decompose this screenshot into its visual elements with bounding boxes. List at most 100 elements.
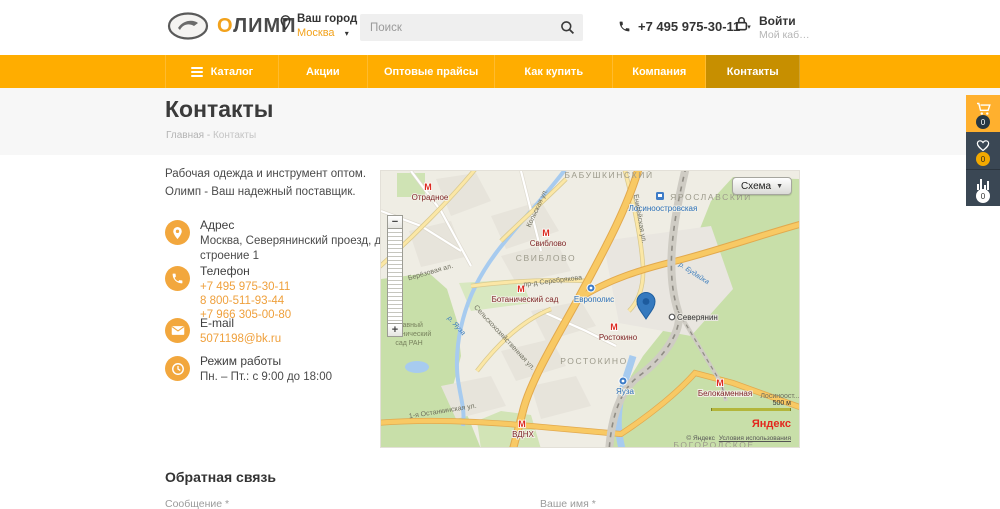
page-title: Контакты — [165, 96, 273, 123]
search-bar — [360, 14, 583, 41]
metro-icon: М — [716, 378, 724, 388]
nav-items: Каталог Акции Оптовые прайсы Как купить Комп… — [165, 55, 800, 88]
nav-item-label: Каталог — [211, 66, 254, 78]
email-link[interactable]: 5071198@bk.ru — [200, 332, 410, 346]
nav-item-контакты[interactable]: Контакты — [706, 55, 799, 88]
logo-icon — [167, 11, 209, 41]
feedback-message-label: Сообщение * — [165, 498, 229, 509]
map-label-district: РОСТОКИНО — [560, 356, 628, 366]
feedback-title: Обратная связь — [165, 469, 276, 485]
metro-icon: М — [542, 228, 550, 238]
nav-item-как купить[interactable]: Как купить — [495, 55, 613, 88]
address-pin-icon — [165, 220, 190, 245]
lock-icon — [733, 15, 750, 32]
clock-icon — [165, 356, 190, 381]
metro-icon: М — [424, 182, 432, 192]
contact-hours: Режим работы Пн. – Пт.: с 9:00 до 18:00 — [165, 354, 410, 385]
login-subtitle: Мой кабинет — [759, 29, 814, 41]
contact-address: Адрес Москва, Северянинский проезд, дом … — [165, 218, 410, 264]
map-label-metro: ВДНХ — [512, 430, 534, 439]
wishlist-button[interactable]: 0 — [966, 132, 1000, 169]
nav-item-компания[interactable]: Компания — [613, 55, 706, 88]
wishlist-count-badge: 0 — [976, 152, 990, 166]
login-block[interactable]: Войти Мой кабинет — [733, 14, 814, 41]
zoom-out-button[interactable]: − — [387, 215, 403, 229]
nav-item-label: Компания — [632, 66, 686, 78]
yandex-map[interactable]: БАБУШКИНСКИЙЯРОСЛАВСКИЙСВИБЛОВОРОСТОКИНО… — [380, 170, 800, 448]
header-phone[interactable]: +7 495 975-30-11 ▾ — [618, 19, 751, 34]
map-label-station: Северянин — [677, 313, 718, 322]
header-phone-number: +7 495 975-30-11 — [638, 19, 740, 34]
city-selector[interactable]: Ваш город Москва ▾ — [280, 13, 357, 39]
location-pin-icon — [280, 15, 291, 30]
phone-link[interactable]: 8 800-511-93-44 — [200, 294, 410, 308]
title-band — [0, 88, 1000, 155]
breadcrumb: Главная - Контакты — [166, 130, 256, 141]
map-label-halt: Яуза — [616, 387, 634, 396]
search-input[interactable] — [370, 14, 550, 41]
map-label-metro: Ростокино — [599, 333, 638, 342]
heart-icon — [975, 138, 991, 153]
breadcrumb-separator: - — [207, 130, 210, 141]
map-label-metro: Белокаменная — [698, 389, 752, 398]
hamburger-icon — [191, 67, 203, 77]
map-label-metro: Свиблово — [530, 239, 567, 248]
zoom-in-button[interactable]: + — [387, 323, 403, 337]
map-label-metro: Отрадное — [412, 193, 449, 202]
phone-link[interactable]: +7 495 975-30-11 — [200, 280, 410, 294]
map-label-area: сад РАН — [395, 340, 422, 347]
nav-item-акции[interactable]: Акции — [279, 55, 368, 88]
chevron-down-icon: ▾ — [343, 29, 349, 38]
page: ОЛИМП Ваш город Москва ▾ +7 495 975-3 — [0, 0, 1000, 509]
login-button[interactable]: Войти — [759, 14, 814, 28]
compare-count-badge: 0 — [976, 189, 990, 203]
nav-item-label: Контакты — [727, 66, 779, 78]
phone-circle-icon — [165, 266, 190, 291]
breadcrumb-current: Контакты — [213, 130, 256, 141]
feedback-name-label: Ваше имя * — [540, 498, 596, 509]
scale-bar — [711, 408, 791, 411]
intro-text: Рабочая одежда и инструмент оптом. Олимп… — [165, 166, 373, 202]
address-title: Адрес — [200, 218, 410, 232]
metro-icon: М — [518, 419, 526, 429]
compare-button[interactable]: 0 — [966, 169, 1000, 206]
map-zoom-control: − + — [387, 215, 403, 337]
cart-button[interactable]: 0 — [966, 95, 1000, 132]
map-label-street: Лосиноост... — [760, 393, 799, 400]
email-title: E-mail — [200, 316, 410, 330]
address-text: Москва, Северянинский проезд, дом 9, стр… — [200, 234, 410, 264]
map-label-metro: Ботанический сад — [492, 295, 559, 304]
map-label-district: БАБУШКИНСКИЙ — [564, 171, 653, 180]
site-header: ОЛИМП Ваш город Москва ▾ +7 495 975-3 — [0, 0, 1000, 55]
nav-item-каталог[interactable]: Каталог — [165, 55, 279, 88]
map-label-district: СВИБЛОВО — [516, 253, 576, 263]
yandex-logo[interactable]: Яндекс — [752, 418, 791, 430]
contact-phones: Телефон +7 495 975-30-118 800-511-93-44+… — [165, 264, 410, 322]
nav-item-label: Как купить — [524, 66, 583, 78]
zoom-slider[interactable] — [387, 229, 403, 323]
city-label: Ваш город — [297, 13, 357, 25]
hours-text: Пн. – Пт.: с 9:00 до 18:00 — [200, 370, 410, 385]
station-icon — [669, 314, 675, 320]
main-nav: Каталог Акции Оптовые прайсы Как купить Комп… — [0, 55, 1000, 88]
metro-icon: М — [610, 322, 618, 332]
nav-item-оптовые прайсы[interactable]: Оптовые прайсы — [368, 55, 496, 88]
contact-email: E-mail 5071198@bk.ru — [165, 316, 410, 346]
search-icon[interactable] — [560, 20, 575, 35]
floating-sidebar: 0 0 0 — [966, 95, 1000, 206]
map-type-button[interactable]: Схема▼ — [732, 177, 792, 195]
phone-icon — [618, 20, 631, 33]
map-label-poi: Европолис — [574, 295, 614, 304]
breadcrumb-home[interactable]: Главная — [166, 130, 204, 141]
nav-item-label: Акции — [306, 66, 340, 78]
nav-item-label: Оптовые прайсы — [384, 66, 478, 78]
phones-title: Телефон — [200, 264, 410, 278]
email-envelope-icon — [165, 318, 190, 343]
logo[interactable]: ОЛИМП — [167, 11, 297, 41]
cart-count-badge: 0 — [976, 115, 990, 129]
map-copyright: © ЯндексУсловия использования — [686, 435, 791, 442]
terms-link[interactable]: Условия использования — [719, 435, 791, 442]
map-scale: 500 м — [711, 400, 791, 411]
hours-title: Режим работы — [200, 354, 410, 368]
city-value[interactable]: Москва ▾ — [297, 27, 357, 39]
